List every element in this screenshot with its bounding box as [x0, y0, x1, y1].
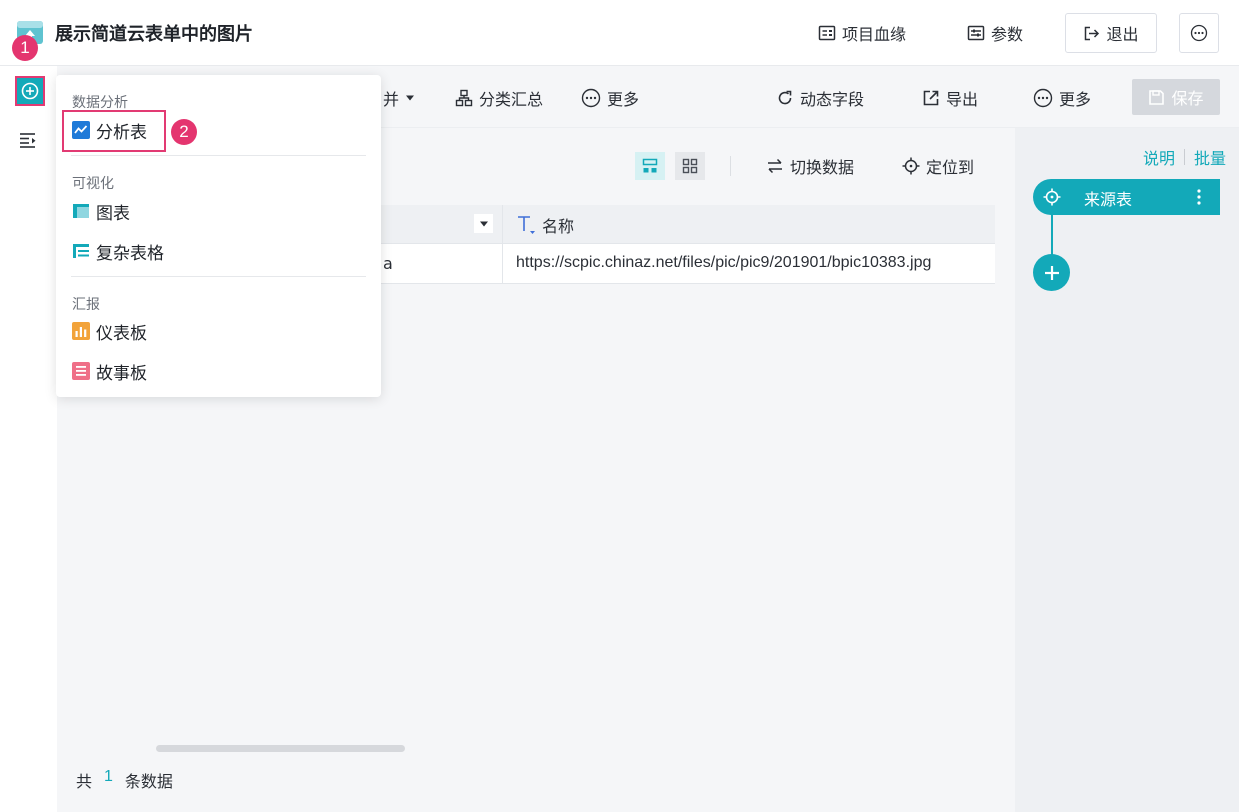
link-divider [1184, 149, 1186, 165]
exit-label: 退出 [1106, 25, 1139, 44]
export-label: 导出 [946, 90, 979, 109]
menu-item-label: 仪表板 [96, 323, 147, 344]
node-connector [1051, 215, 1053, 255]
menu-divider [71, 276, 366, 277]
column-header-label: 名称 [542, 217, 575, 236]
lineage-icon [818, 25, 836, 41]
row-count-prefix: 共 [76, 772, 93, 791]
horizontal-scrollbar[interactable] [156, 745, 405, 752]
caret-down-icon [479, 221, 488, 226]
dynamic-field-button[interactable]: 动态字段 [776, 87, 864, 109]
save-icon [1149, 89, 1165, 105]
storyboard-icon [72, 362, 90, 380]
toolbar-divider [730, 156, 731, 176]
hierarchy-icon [455, 89, 473, 107]
export-icon [923, 90, 939, 106]
batch-link[interactable]: 批量 [1194, 145, 1226, 169]
more-right-button[interactable]: 更多 [1033, 87, 1091, 109]
save-button[interactable]: 保存 [1132, 79, 1220, 115]
more-left-button[interactable]: 更多 [581, 87, 639, 109]
merge-dropdown[interactable]: 并 [383, 87, 415, 109]
row-count: 共 1 条数据 [76, 768, 173, 792]
params-button[interactable]: 参数 [967, 20, 1023, 46]
step-1-badge: 1 [12, 35, 38, 61]
logout-icon [1085, 26, 1100, 40]
column-divider [502, 205, 503, 284]
flow-panel-links: 说明 批量 [1143, 145, 1226, 169]
more-right-label: 更多 [1059, 90, 1092, 109]
menu-item-label: 图表 [96, 203, 130, 224]
top-header: 展示简道云表单中的图片 项目血缘 参数 退出 [0, 0, 1239, 66]
group-summary-button[interactable]: 分类汇总 [455, 87, 543, 109]
table-cell-url: https://scpic.chinaz.net/files/pic/pic9/… [516, 254, 932, 271]
caret-down-icon [406, 95, 415, 101]
save-label: 保存 [1171, 89, 1204, 108]
grid-view-toggle[interactable] [675, 152, 705, 180]
project-lineage-label: 项目血缘 [842, 25, 907, 44]
table-cell: a [383, 254, 393, 273]
row-count-number: 1 [104, 768, 113, 785]
params-label: 参数 [991, 25, 1024, 44]
more-horizontal-icon [1190, 24, 1208, 42]
more-circle-icon [1033, 88, 1053, 108]
menu-group-data-analysis: 数据分析 [72, 95, 128, 111]
flow-panel [1015, 128, 1239, 812]
row-view-toggle[interactable] [635, 152, 665, 180]
swap-arrows-icon [768, 158, 782, 174]
source-table-label: 来源表 [1084, 190, 1133, 209]
left-rail [0, 66, 57, 812]
refresh-icon [778, 90, 792, 105]
step-2-badge: 2 [171, 119, 197, 145]
grid-layout-icon [682, 158, 698, 174]
row-layout-icon [642, 158, 658, 173]
highlight-box [62, 110, 166, 152]
project-lineage-button[interactable]: 项目血缘 [818, 20, 906, 46]
add-step-button[interactable] [1033, 254, 1070, 291]
crosshair-icon [1043, 188, 1061, 210]
column-header-name[interactable]: 名称 [516, 213, 574, 237]
outline-list-button[interactable] [18, 131, 40, 151]
export-button[interactable]: 导出 [922, 87, 978, 109]
header-more-button[interactable] [1179, 13, 1219, 53]
complex-table-icon [72, 242, 90, 260]
locate-label: 定位到 [926, 158, 975, 177]
row-count-suffix: 条数据 [124, 772, 173, 791]
page-title: 展示简道云表单中的图片 [55, 24, 253, 45]
menu-item-label: 故事板 [96, 363, 147, 384]
text-type-icon [518, 216, 535, 234]
menu-item-complex-table[interactable]: 复杂表格 [72, 239, 164, 264]
add-node-button[interactable] [15, 76, 45, 106]
menu-divider [71, 155, 366, 156]
dynamic-field-label: 动态字段 [800, 90, 865, 109]
more-left-label: 更多 [607, 90, 640, 109]
plus-circle-icon [21, 82, 39, 100]
column-dropdown-button[interactable] [474, 214, 493, 233]
switch-data-button[interactable]: 切换数据 [766, 155, 854, 177]
menu-item-storyboard[interactable]: 故事板 [72, 359, 147, 384]
crosshair-icon [902, 157, 920, 175]
plus-icon [1044, 265, 1059, 280]
merge-label: 并 [383, 90, 400, 109]
exit-button[interactable]: 退出 [1065, 13, 1157, 53]
menu-group-report: 汇报 [72, 297, 100, 313]
menu-item-chart[interactable]: 图表 [72, 199, 130, 224]
explain-link[interactable]: 说明 [1143, 145, 1175, 169]
chart-icon [72, 202, 90, 220]
params-icon [967, 25, 985, 41]
menu-item-dashboard[interactable]: 仪表板 [72, 319, 147, 344]
locate-button[interactable]: 定位到 [902, 155, 974, 177]
switch-data-label: 切换数据 [790, 158, 855, 177]
source-table-node[interactable]: 来源表 [1033, 179, 1220, 215]
menu-group-visualization: 可视化 [72, 176, 114, 192]
more-circle-icon [581, 88, 601, 108]
dashboard-icon [72, 322, 90, 340]
kebab-menu-icon[interactable] [1196, 187, 1202, 211]
group-summary-label: 分类汇总 [479, 90, 544, 109]
list-indent-icon [20, 133, 36, 148]
menu-item-label: 复杂表格 [96, 243, 164, 264]
